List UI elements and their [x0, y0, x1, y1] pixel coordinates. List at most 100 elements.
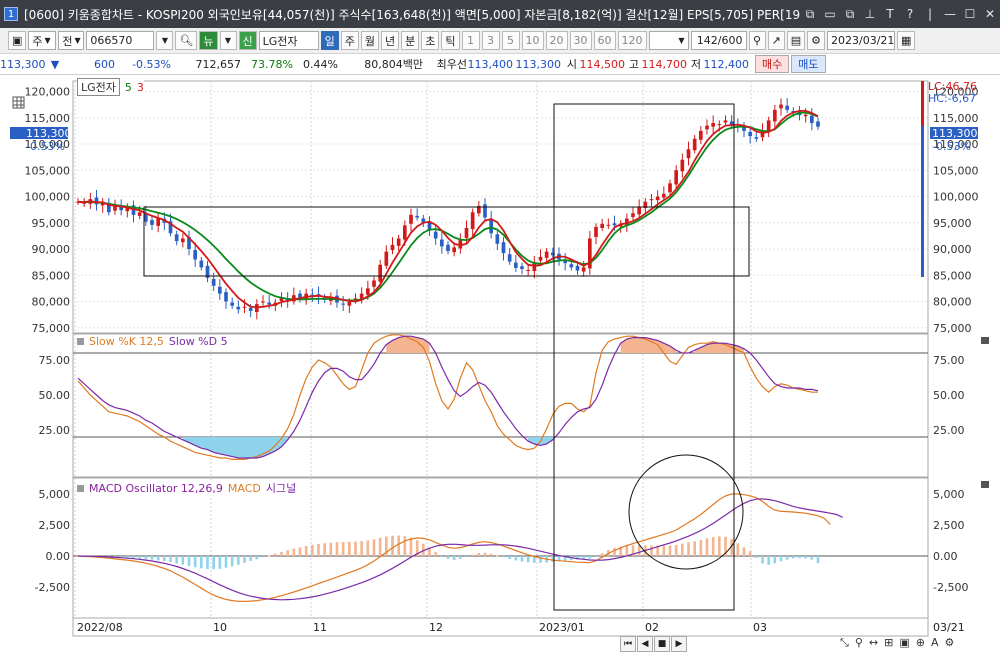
- macd-osc-bar: [792, 556, 795, 559]
- chart-type-icon[interactable]: ▣: [8, 31, 27, 50]
- candle-body: [372, 280, 376, 287]
- macd-osc-bar: [206, 556, 209, 570]
- search-icon[interactable]: 🔍︎: [175, 31, 198, 50]
- arrow-icon[interactable]: ↔: [869, 636, 878, 650]
- separator: |: [927, 7, 933, 21]
- close-icon[interactable]: ✕: [980, 7, 1000, 21]
- signal-label: 시그널: [265, 482, 297, 495]
- macd-osc-bar: [218, 556, 222, 569]
- macd-osc-bar: [785, 556, 789, 560]
- candle-body: [365, 288, 370, 295]
- restore-window-icon[interactable]: ⧉: [800, 7, 820, 22]
- minute-3[interactable]: 3: [481, 31, 500, 50]
- grid-toggle-icon[interactable]: [12, 96, 25, 109]
- stock-legend-name[interactable]: LG전자: [77, 78, 120, 96]
- macd-close-icon[interactable]: [981, 481, 989, 488]
- macd-osc-bar: [169, 556, 172, 563]
- price-tick-left: 80,000: [32, 296, 71, 309]
- layout-icon[interactable]: ▭: [820, 7, 840, 21]
- minute-60[interactable]: 60: [593, 31, 616, 50]
- candle-body: [748, 131, 753, 137]
- sell-button[interactable]: 매도: [791, 55, 826, 73]
- macd-osc-bar: [372, 539, 376, 556]
- calendar-icon[interactable]: ▦: [897, 31, 916, 50]
- tab-year[interactable]: 년: [381, 31, 400, 50]
- draw-tool-icon[interactable]: ↗: [767, 31, 785, 50]
- date-input[interactable]: 2023/03/21: [827, 31, 895, 50]
- tab-minute[interactable]: 분: [401, 31, 420, 50]
- x-tick-label: 11: [313, 621, 327, 634]
- help-icon[interactable]: ?: [900, 7, 920, 21]
- text-tool-icon[interactable]: A: [931, 636, 939, 650]
- scroll-first-icon[interactable]: ⏮: [620, 636, 636, 652]
- zoom-icon[interactable]: ⤡: [840, 636, 849, 650]
- save-icon[interactable]: ▤: [786, 31, 806, 50]
- minute-120[interactable]: 120: [617, 31, 647, 50]
- fit-icon[interactable]: ▣: [899, 636, 909, 650]
- tab-second[interactable]: 초: [421, 31, 440, 50]
- price-tick-left: 75,000: [32, 322, 71, 335]
- macd-osc-bar: [465, 556, 468, 557]
- minimize-icon[interactable]: —: [940, 7, 960, 21]
- minute-10[interactable]: 10: [521, 31, 544, 50]
- macd-osc-bar: [267, 555, 271, 557]
- new-listing-badge[interactable]: 신: [238, 31, 257, 50]
- stoch-panel-frame: [72, 333, 929, 478]
- stoch-close-icon[interactable]: [981, 337, 989, 344]
- x-axis-frame: [72, 617, 929, 637]
- macd-legend: MACD Oscillator 12,26,9 MACD 시그널: [77, 480, 297, 496]
- buy-button[interactable]: 매수: [755, 55, 790, 73]
- settings-icon[interactable]: ⚙: [944, 636, 954, 650]
- tab-week[interactable]: 주: [340, 31, 359, 50]
- candle-body: [199, 260, 204, 268]
- scroll-prev-icon[interactable]: ◀: [637, 636, 653, 652]
- app-icon[interactable]: 1: [4, 7, 18, 21]
- news-icon[interactable]: 뉴: [199, 31, 218, 50]
- stock-code-input[interactable]: 066570: [86, 31, 155, 50]
- candle-body: [772, 109, 777, 122]
- scroll-next-icon[interactable]: ▶: [671, 636, 687, 652]
- stop-icon[interactable]: ■: [654, 636, 670, 652]
- ma-long-label: 3: [136, 80, 144, 94]
- tab-day[interactable]: 일: [320, 31, 339, 50]
- dropdown-icon[interactable]: ▼: [219, 31, 237, 50]
- price-tick-left: 85,000: [32, 269, 71, 282]
- stock-name-field[interactable]: LG전자: [258, 31, 319, 50]
- font-icon[interactable]: T: [880, 7, 900, 21]
- tab-month[interactable]: 월: [360, 31, 379, 50]
- x-tick-label: 10: [213, 621, 227, 634]
- chart-area[interactable]: 2022/08 10 11 12 2023/01 02 03 03/21 75,000 75,00…: [0, 75, 1000, 661]
- candle-body: [489, 218, 494, 234]
- price-tick-left: 115,000: [25, 112, 71, 125]
- magnify-icon[interactable]: ⚲: [855, 636, 863, 650]
- minute-20[interactable]: 20: [545, 31, 568, 50]
- macd-osc-bar: [274, 553, 277, 556]
- chart-canvas[interactable]: 2022/08 10 11 12 2023/01 02 03 03/21 75,000 75,00…: [0, 75, 1000, 661]
- data-count[interactable]: 142/600: [690, 31, 747, 50]
- dropdown-icon[interactable]: ▼: [156, 31, 174, 50]
- stoch-tick-left: 25.00: [39, 424, 71, 437]
- minute-1[interactable]: 1: [461, 31, 480, 50]
- candle-body: [415, 215, 420, 218]
- pin-icon[interactable]: ⊥: [860, 7, 880, 21]
- macd-osc-bar: [613, 547, 616, 556]
- maximize-icon[interactable]: ☐: [960, 7, 980, 21]
- scale-icon[interactable]: ⊞: [884, 636, 893, 650]
- candle-body: [581, 267, 586, 272]
- cross-icon[interactable]: ⊕: [916, 636, 925, 650]
- indicator-icon[interactable]: ⚲: [748, 31, 766, 50]
- candle-body: [378, 264, 383, 282]
- candle-body: [507, 254, 512, 262]
- minute-30[interactable]: 30: [569, 31, 592, 50]
- macd-osc-bar: [718, 536, 721, 556]
- macd-osc-bar: [132, 556, 135, 559]
- market-select[interactable]: 전 ▼: [58, 31, 85, 50]
- custom-period-input[interactable]: ▼: [648, 31, 689, 50]
- tab-tick[interactable]: 틱: [441, 31, 460, 50]
- copy-icon[interactable]: ⧉: [840, 7, 860, 22]
- settings-icon[interactable]: ⚙: [807, 31, 825, 50]
- last-price-left: 113,300: [26, 127, 72, 140]
- period-type-select[interactable]: 주 ▼: [28, 31, 57, 50]
- minute-5[interactable]: 5: [501, 31, 520, 50]
- stoch-k-label: Slow %K 12,5: [89, 335, 164, 348]
